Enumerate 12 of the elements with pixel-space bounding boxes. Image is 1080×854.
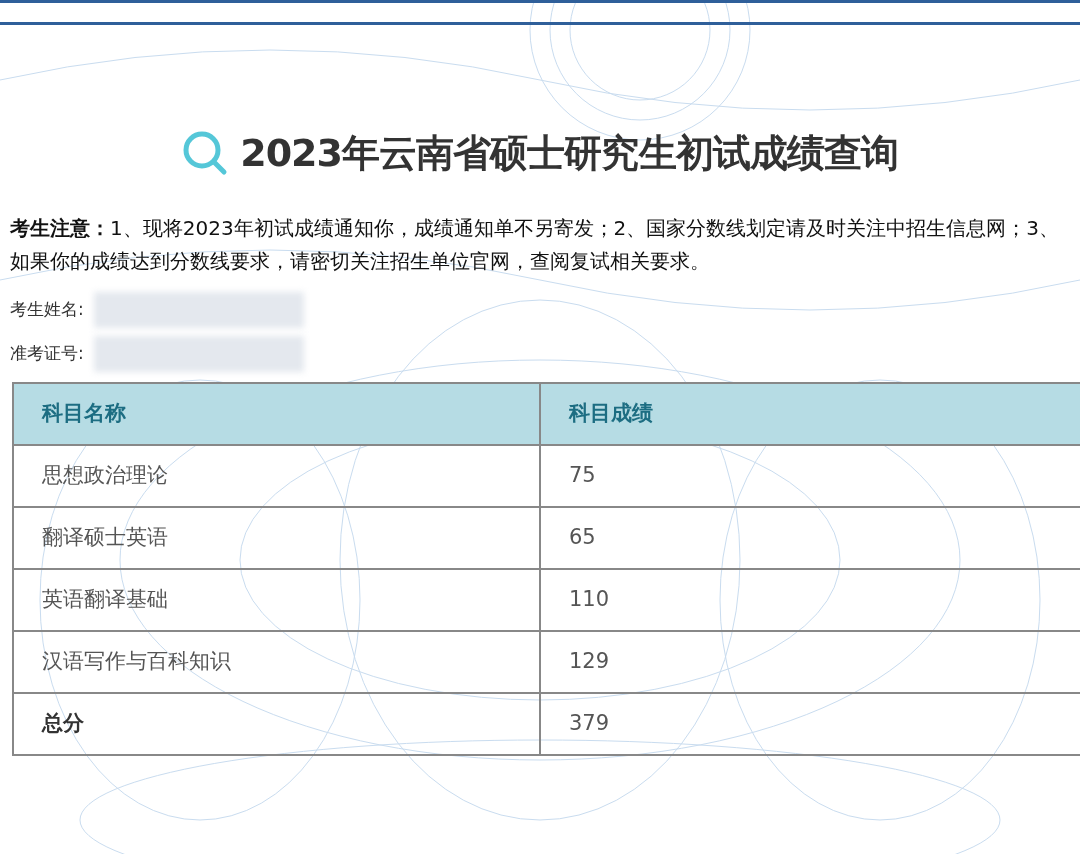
field-label: 考生姓名:	[10, 298, 84, 322]
table-cell: 翻译硕士英语	[13, 507, 540, 569]
notice-text: 考生注意：1、现将2023年初试成绩通知你，成绩通知单不另寄发；2、国家分数线划定请及时关注中招生信息网；3、如果你的成绩达到分数线要求，请密切关注招生单位官网，查阅复试相关要求。	[9, 215, 1061, 275]
search-icon	[182, 130, 229, 176]
field-label: 准考证号:	[10, 342, 84, 366]
table-cell: 汉语写作与百科知识	[13, 631, 540, 693]
table-cell: 思想政治理论	[13, 445, 540, 507]
page-title: 2023年云南省硕士研究生初试成绩查询	[240, 129, 898, 177]
column-header: 科目成绩	[540, 383, 1080, 445]
table-cell: 英语翻译基础	[13, 569, 540, 631]
column-header: 科目名称	[13, 383, 540, 445]
table-cell: 总分	[13, 693, 540, 755]
